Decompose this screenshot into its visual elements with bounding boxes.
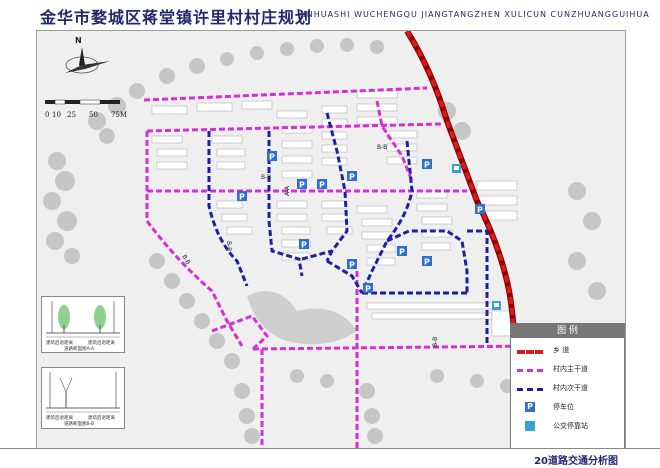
svg-text:P: P <box>349 173 355 182</box>
legend: 图 例 乡 道 村内主干道 村内次干道 P 停车位 公交停靠站 <box>510 323 625 449</box>
scale-label-50: 50 <box>89 111 98 119</box>
legend-item-township-road: 乡 道 <box>517 344 621 358</box>
legend-label-secondary-road: 村内次干道 <box>553 384 588 392</box>
scale-bar <box>45 99 120 105</box>
parking-icon[interactable]: P <box>267 151 277 162</box>
parking-icon[interactable]: P <box>347 171 357 182</box>
scale-label-75: 75M <box>111 111 128 119</box>
section-bb-label-5: B-B <box>432 337 439 347</box>
legend-label-parking: 停车位 <box>553 403 574 411</box>
svg-text:P: P <box>239 193 245 202</box>
section-aa-label: A-A <box>284 185 291 196</box>
secondary-road-swatch <box>517 388 543 391</box>
legend-label-main-road: 村内主干道 <box>553 365 588 373</box>
parking-icon[interactable]: P <box>297 179 307 190</box>
parking-icon[interactable]: P <box>317 179 327 190</box>
parking-icon[interactable]: P <box>422 256 432 267</box>
section-bb-label-1: B-B <box>261 174 271 181</box>
svg-text:P: P <box>349 261 355 270</box>
parking-icon[interactable]: P <box>475 204 485 215</box>
svg-text:P: P <box>424 161 430 170</box>
svg-text:P: P <box>399 248 405 257</box>
legend-item-main-road: 村内主干道 <box>517 363 621 377</box>
legend-label-bus-stop: 公交停靠站 <box>553 422 588 430</box>
township-road-swatch <box>517 350 543 354</box>
bus-stop-icon[interactable] <box>492 301 501 310</box>
legend-label-township-road: 乡 道 <box>553 346 570 354</box>
road-section-bb-box: 建筑后退距离 建筑后退距离 道路断面图B-B <box>41 367 125 429</box>
bus-stop-icon <box>525 421 535 431</box>
map-title-pinyin: JINHUASHI WUCHENGQU JIANGTANGZHEN XULICU… <box>300 10 650 19</box>
svg-text:P: P <box>319 181 325 190</box>
road-section-aa-box: 建筑后退距离 建筑后退距离 道路断面图A-A <box>41 296 125 353</box>
header: 金华市婺城区蒋堂镇许里村村庄规划 JINHUASHI WUCHENGQU JIA… <box>0 0 660 30</box>
parking-icon[interactable]: P <box>363 283 373 294</box>
section-aa-title: 道路断面图A-A <box>64 347 95 352</box>
parking-icon[interactable]: P <box>237 191 247 202</box>
parking-icon[interactable]: P <box>422 159 432 170</box>
section-bb-label-2: B-B <box>377 144 387 151</box>
bus-stop-icon[interactable] <box>452 164 461 173</box>
legend-item-parking: P 停车位 <box>517 401 621 415</box>
compass-north-label: N <box>75 36 82 45</box>
road-section-aa-drawing <box>46 301 120 338</box>
parking-icon[interactable]: P <box>299 239 309 250</box>
scale-label-25: 25 <box>67 111 76 119</box>
section-bb-title: 道路断面图B-B <box>64 422 95 427</box>
legend-title: 图 例 <box>511 324 624 338</box>
parking-icon[interactable]: P <box>347 259 357 270</box>
section-bb-label-3: B-B <box>225 241 232 251</box>
svg-text:P: P <box>299 181 305 190</box>
parking-icon[interactable]: P <box>397 246 407 257</box>
legend-item-bus-stop: 公交停靠站 <box>517 420 621 434</box>
compass-icon <box>65 47 110 74</box>
scale-label-10: 10 <box>52 111 61 119</box>
road-section-bb-drawing <box>46 372 120 413</box>
svg-text:P: P <box>301 241 307 250</box>
scale-label-0: 0 <box>45 111 50 119</box>
main-road-swatch <box>517 369 543 372</box>
svg-text:P: P <box>269 153 275 162</box>
map-title: 金华市婺城区蒋堂镇许里村村庄规划 <box>40 8 313 27</box>
footer: 20道路交通分析图 <box>0 448 660 468</box>
svg-text:P: P <box>365 285 371 294</box>
parking-icon: P <box>525 402 535 412</box>
svg-text:P: P <box>477 206 483 215</box>
legend-item-secondary-road: 村内次干道 <box>517 382 621 396</box>
svg-text:P: P <box>424 258 430 267</box>
figure-title: 20道路交通分析图 <box>534 456 618 467</box>
